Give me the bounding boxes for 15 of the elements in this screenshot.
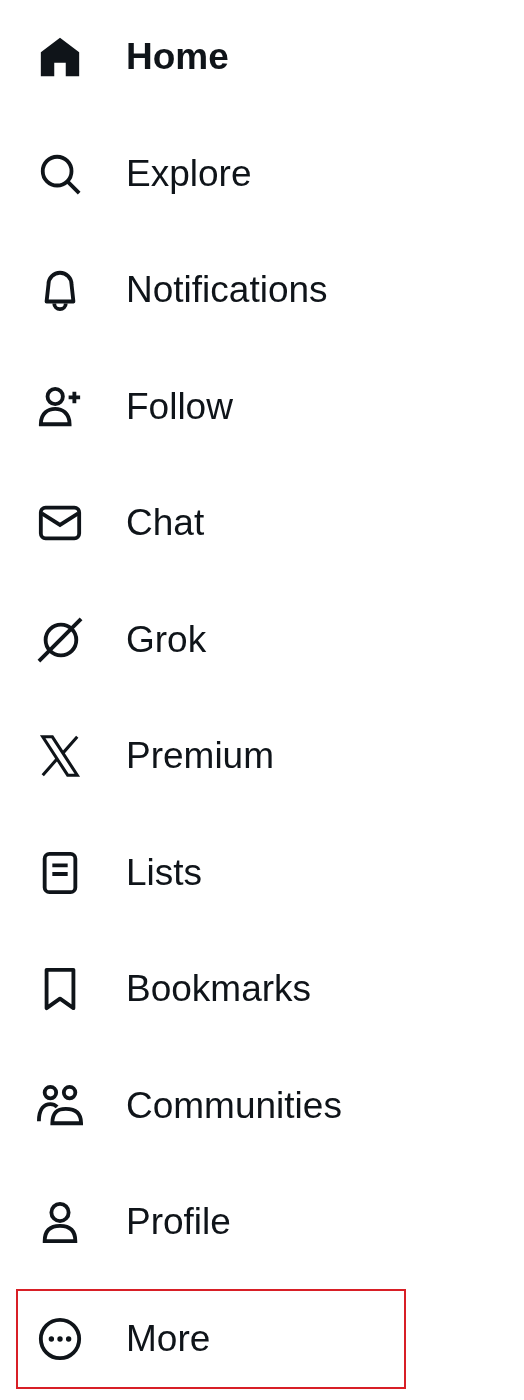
nav-item[interactable]: Home <box>16 7 406 107</box>
nav-item[interactable]: Follow <box>16 356 406 457</box>
nav-item[interactable]: Chat <box>16 473 406 573</box>
nav-item[interactable]: Bookmarks <box>16 939 406 1039</box>
nav-item[interactable]: More <box>16 1288 406 1389</box>
nav-item[interactable]: Premium <box>16 706 406 806</box>
nav-item[interactable]: Notifications <box>16 240 406 340</box>
x-logo-icon <box>37 733 83 779</box>
nav-item[interactable]: Explore <box>16 123 406 224</box>
nav-item[interactable]: Grok <box>16 589 406 690</box>
slashed-circle-icon <box>37 616 83 663</box>
more-icon <box>37 1315 83 1362</box>
nav-item[interactable]: Profile <box>16 1172 406 1272</box>
nav-item[interactable]: Communities <box>16 1055 406 1156</box>
nav-item[interactable]: Lists <box>16 822 406 923</box>
